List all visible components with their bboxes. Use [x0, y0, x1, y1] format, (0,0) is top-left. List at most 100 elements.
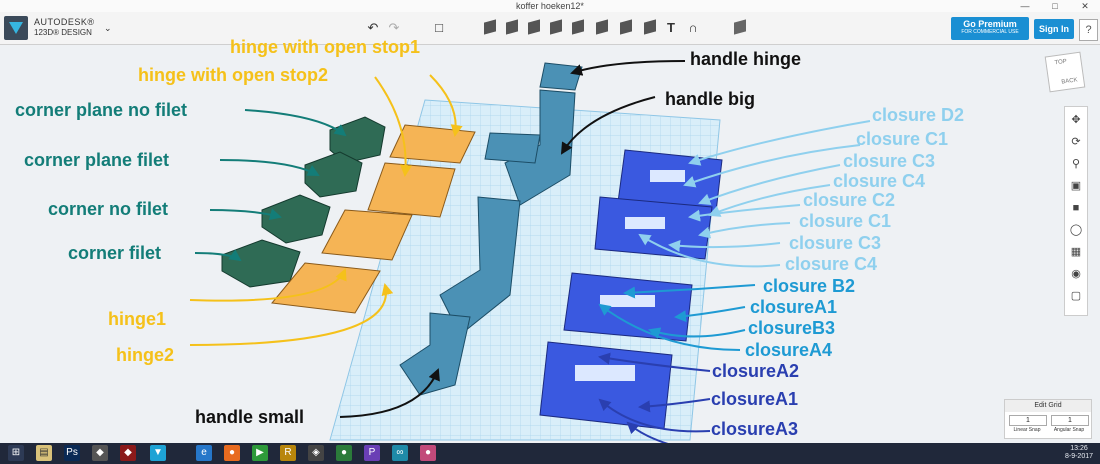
- go-premium-label: Go Premium: [963, 19, 1017, 29]
- navigation-bar: ✥ ⟳ ⚲ ▣ ■ ◯ ▦ ◉ ▢: [1064, 106, 1088, 316]
- label-hinge1: hinge1: [108, 309, 167, 329]
- hinge-open-stop1-part: [389, 124, 476, 164]
- window-title: koffer hoeken12*: [516, 1, 584, 11]
- handle-big-top-part: [484, 132, 541, 164]
- closure-a-part: [539, 341, 673, 430]
- label-closure-b2: closure B2: [763, 276, 856, 296]
- label-hinge-open-stop2: hinge with open stop2: [138, 65, 328, 85]
- label-closure-c1-b: closure C1: [799, 211, 892, 231]
- combine-icon[interactable]: [620, 19, 632, 35]
- label-closure-b3: closureB3: [748, 318, 836, 338]
- linear-snap-label: Linear Snap: [1013, 427, 1041, 433]
- linear-snap-field[interactable]: 1: [1009, 415, 1047, 426]
- label-closure-c2: closure C2: [803, 190, 896, 210]
- system-clock: 13:26 8-9-2017: [1060, 445, 1098, 461]
- label-corner-plane-filet: corner plane filet: [24, 150, 170, 170]
- app-icon-p[interactable]: P: [364, 445, 380, 461]
- close-icon[interactable]: ✕: [1070, 0, 1100, 12]
- edit-grid-panel: Edit Grid 1 1 Linear Snap Angular Snap: [1004, 399, 1092, 439]
- material-icon[interactable]: [734, 19, 746, 35]
- label-closure-c4-b: closure C4: [785, 254, 878, 274]
- label-closure-a1-top: closureA1: [750, 297, 838, 317]
- app-icon-1[interactable]: ◆: [92, 445, 108, 461]
- label-closure-a4-top: closureA4: [745, 340, 833, 360]
- label-closure-c1-a: closure C1: [856, 129, 949, 149]
- sketch-icon[interactable]: [506, 19, 518, 35]
- view-cube-back[interactable]: BACK: [1061, 77, 1078, 85]
- corner-no-filet-part: [261, 194, 331, 244]
- photoshop-icon[interactable]: Ps: [64, 445, 80, 461]
- app-icon-5[interactable]: ●: [420, 445, 436, 461]
- sketch-visibility-icon[interactable]: ▢: [1065, 287, 1087, 305]
- visibility-icon[interactable]: ◯: [1065, 221, 1087, 239]
- app-icon-r[interactable]: R: [280, 445, 296, 461]
- view-cube[interactable]: TOP BACK: [1044, 51, 1086, 93]
- zoom-icon[interactable]: ⚲: [1065, 155, 1087, 173]
- firefox-icon[interactable]: ●: [224, 445, 240, 461]
- label-closure-c3-a: closure C3: [843, 151, 936, 171]
- corner-filet-part: [221, 239, 301, 288]
- material-settings-icon[interactable]: ▦: [1065, 243, 1087, 261]
- label-hinge2: hinge2: [116, 345, 175, 365]
- label-corner-no-filet: corner no filet: [48, 199, 169, 219]
- label-closure-a1-bottom: closureA1: [711, 389, 799, 409]
- brand-product: 123D® DESIGN: [34, 28, 92, 37]
- label-hinge-open-stop1: hinge with open stop1: [230, 37, 420, 57]
- media-icon[interactable]: ▶: [252, 445, 268, 461]
- brand-name: AUTODESK®: [34, 17, 95, 27]
- pattern-icon[interactable]: [572, 19, 584, 35]
- view-icon[interactable]: ■: [1065, 199, 1087, 217]
- chevron-down-icon[interactable]: ⌄: [104, 23, 112, 34]
- sign-in-button[interactable]: Sign In: [1034, 19, 1074, 39]
- maximize-icon[interactable]: □: [1040, 0, 1070, 12]
- modify-icon[interactable]: [550, 19, 562, 35]
- construct-icon[interactable]: [528, 19, 540, 35]
- pan-icon[interactable]: ✥: [1065, 111, 1087, 129]
- label-closure-a2: closureA2: [712, 361, 800, 381]
- label-handle-small: handle small: [195, 407, 305, 427]
- label-closure-c3-b: closure C3: [789, 233, 882, 253]
- group-icon[interactable]: [596, 19, 608, 35]
- text-icon[interactable]: T: [662, 19, 680, 37]
- 123d-design-icon[interactable]: ▼: [150, 445, 166, 461]
- hinge-open-stop2-part: [367, 162, 456, 218]
- clock-time: 13:26: [1070, 445, 1088, 452]
- clock-date: 8-9-2017: [1064, 453, 1094, 460]
- view-cube-top[interactable]: TOP: [1054, 59, 1067, 67]
- arduino-icon[interactable]: ∞: [392, 445, 408, 461]
- label-corner-filet: corner filet: [68, 243, 162, 263]
- label-closure-c4-a: closure C4: [833, 171, 926, 191]
- angular-snap-field[interactable]: 1: [1051, 415, 1089, 426]
- angular-snap-label: Angular Snap: [1053, 427, 1085, 433]
- label-closure-a3: closureA3: [711, 419, 799, 439]
- snap-icon[interactable]: ∩: [684, 19, 702, 37]
- start-icon[interactable]: ⊞: [8, 445, 24, 461]
- go-premium-button[interactable]: Go Premium FOR COMMERCIAL USE: [951, 17, 1029, 40]
- fit-icon[interactable]: ▣: [1065, 177, 1087, 195]
- label-handle-big: handle big: [665, 89, 755, 109]
- file-explorer-icon[interactable]: ▤: [36, 445, 52, 461]
- label-handle-hinge: handle hinge: [690, 49, 802, 69]
- internet-explorer-icon[interactable]: e: [196, 445, 212, 461]
- transform-icon[interactable]: □: [430, 19, 448, 37]
- minimize-icon[interactable]: —: [1010, 0, 1040, 12]
- label-closure-d2: closure D2: [872, 105, 965, 125]
- corner-parts: [221, 116, 386, 288]
- app-icon-4[interactable]: ●: [336, 445, 352, 461]
- go-premium-sub: FOR COMMERCIAL USE: [961, 29, 1019, 35]
- camera-icon[interactable]: ◉: [1065, 265, 1087, 283]
- primitives-icon[interactable]: [484, 19, 496, 35]
- edit-grid-button[interactable]: Edit Grid: [1005, 400, 1091, 412]
- undo-icon[interactable]: ↶: [364, 19, 382, 37]
- main-toolbar: AUTODESK® 123D® DESIGN ⌄ ↶ ↷ □ T ∩ Go Pr…: [0, 12, 1100, 45]
- app-icon-2[interactable]: ◆: [120, 445, 136, 461]
- app-icon-3[interactable]: ◈: [308, 445, 324, 461]
- orbit-icon[interactable]: ⟳: [1065, 133, 1087, 151]
- redo-icon[interactable]: ↷: [385, 19, 403, 37]
- viewport-canvas[interactable]: hinge with open stop1 hinge with open st…: [0, 38, 1100, 460]
- app-menu-logo-icon[interactable]: [4, 16, 28, 40]
- help-button[interactable]: ?: [1079, 19, 1098, 41]
- corner-plane-filet-part: [304, 151, 363, 198]
- measure-icon[interactable]: [644, 19, 656, 35]
- os-taskbar: ⊞ ▤ Ps ◆ ◆ ▼ e ● ▶ R ◈ ● P ∞ ● 13:26 8-9…: [0, 443, 1100, 464]
